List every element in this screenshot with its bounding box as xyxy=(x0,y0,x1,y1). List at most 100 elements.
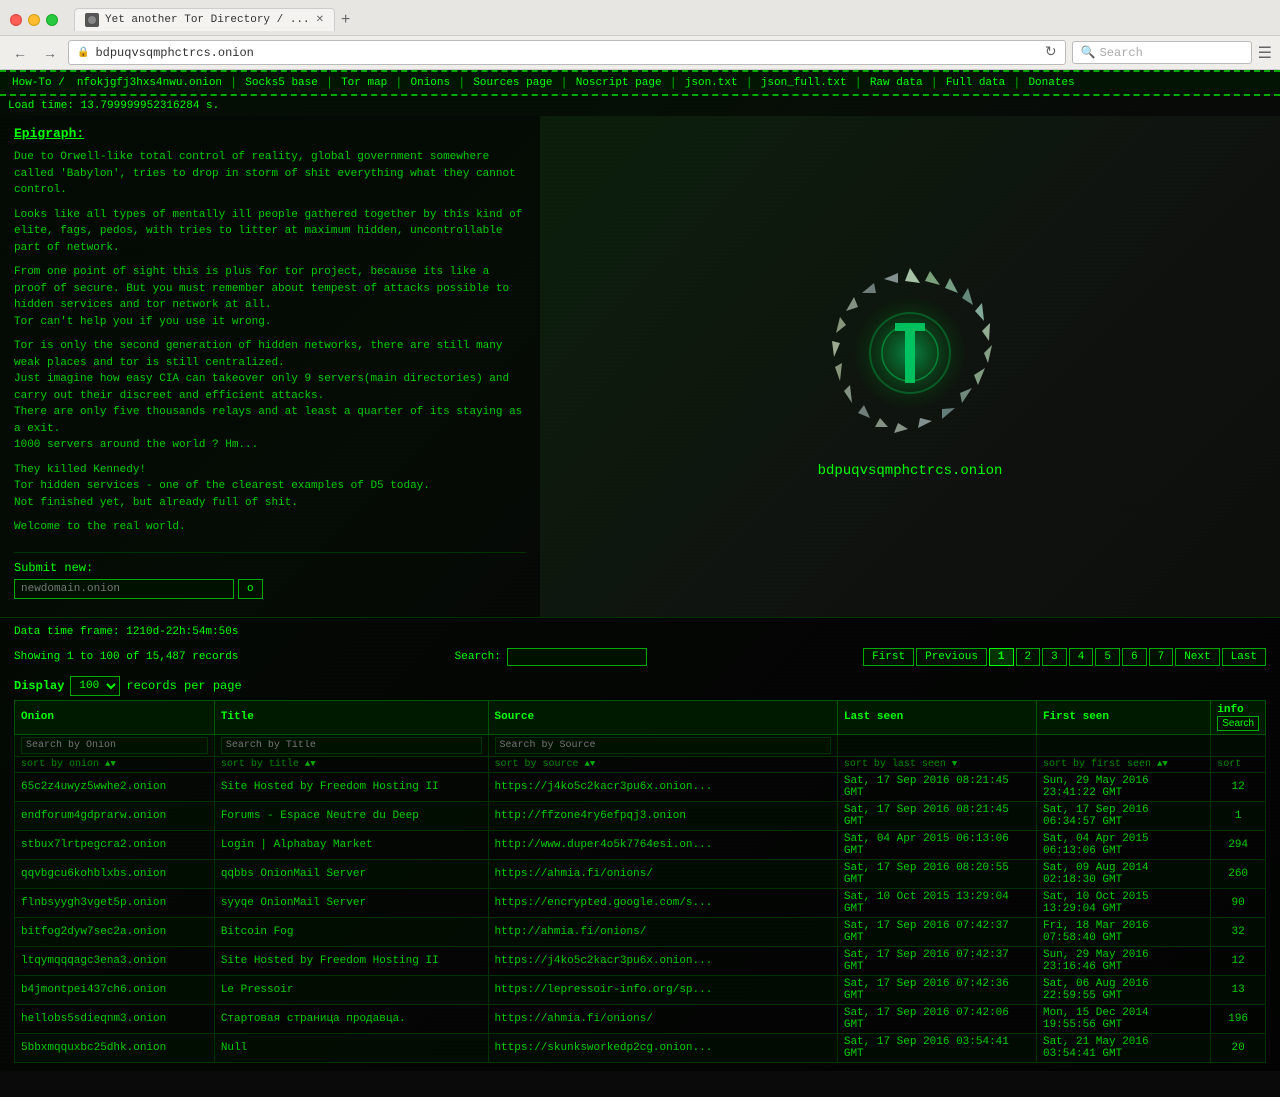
onion-link-4[interactable]: flnbsyygh3vget5p.onion xyxy=(21,897,166,909)
nav-separator-2: | xyxy=(326,76,333,90)
tor-logo xyxy=(810,253,1010,453)
onion-link-9[interactable]: 5bbxmqquxbc25dhk.onion xyxy=(21,1042,166,1054)
onion-link-7[interactable]: b4jmontpei437ch6.onion xyxy=(21,984,166,996)
minimize-window-button[interactable] xyxy=(28,14,40,26)
pagination-page-6-button[interactable]: 6 xyxy=(1122,648,1147,666)
forward-button[interactable]: → xyxy=(38,43,62,63)
pagination: First Previous 1 2 3 4 5 6 7 Next Last xyxy=(863,648,1266,666)
nav-tormap-link[interactable]: Tor map xyxy=(337,76,391,90)
nav-donates-link[interactable]: Donates xyxy=(1024,76,1078,90)
reload-button[interactable]: ↻ xyxy=(1045,44,1057,61)
cell-onion-8: hellobs5sdieqnm3.onion xyxy=(15,1004,215,1033)
onion-link-2[interactable]: stbux7lrtpegcra2.onion xyxy=(21,839,166,851)
navigation-bar: How-To / nfokjgfj3hxs4nwu.onion | Socks5… xyxy=(0,70,1280,96)
table-search-input[interactable] xyxy=(507,648,647,666)
nav-sources-link[interactable]: Sources page xyxy=(469,76,556,90)
nav-rawdata-link[interactable]: Raw data xyxy=(866,76,927,90)
onion-link-8[interactable]: hellobs5sdieqnm3.onion xyxy=(21,1013,166,1025)
table-controls: Showing 1 to 100 of 15,487 records Searc… xyxy=(14,642,1266,672)
epigraph-para-2: Looks like all types of mentally ill peo… xyxy=(14,207,526,257)
cell-title-0: Site Hosted by Freedom Hosting II xyxy=(214,772,488,801)
records-per-page-select[interactable]: 100 50 200 xyxy=(70,676,120,696)
nav-separator-3: | xyxy=(395,76,402,90)
sort-title-cell[interactable]: sort by title ▲▼ xyxy=(214,756,488,772)
submit-input[interactable] xyxy=(14,579,234,599)
sort-source-cell[interactable]: sort by source ▲▼ xyxy=(488,756,837,772)
cell-info-6: 12 xyxy=(1211,946,1266,975)
close-window-button[interactable] xyxy=(10,14,22,26)
source-link-4[interactable]: https://encrypted.google.com/s... xyxy=(495,897,713,909)
active-tab[interactable]: Yet another Tor Directory / ... ✕ xyxy=(74,8,335,31)
source-link-6[interactable]: https://j4ko5c2kacr3pu6x.onion... xyxy=(495,955,713,967)
new-tab-button[interactable]: + xyxy=(335,9,356,31)
nav-onions-link[interactable]: Onions xyxy=(407,76,455,90)
cell-source-5: http://ahmia.fi/onions/ xyxy=(488,917,837,946)
source-link-5[interactable]: http://ahmia.fi/onions/ xyxy=(495,926,647,938)
pagination-next-button[interactable]: Next xyxy=(1175,648,1219,666)
title-search-input[interactable] xyxy=(221,737,482,754)
browser-search-box[interactable]: 🔍 Search xyxy=(1072,41,1252,64)
pagination-page-7-button[interactable]: 7 xyxy=(1149,648,1174,666)
cell-onion-6: ltqymqqqagc3ena3.onion xyxy=(15,946,215,975)
source-link-8[interactable]: https://ahmia.fi/onions/ xyxy=(495,1013,653,1025)
info-search-button[interactable]: Search xyxy=(1217,716,1259,731)
nav-howto-onion[interactable]: nfokjgfj3hxs4nwu.onion xyxy=(73,76,226,90)
table-row: qqvbgcu6kohblxbs.onion qqbbs OnionMail S… xyxy=(15,859,1266,888)
onion-link-5[interactable]: bitfog2dyw7sec2a.onion xyxy=(21,926,166,938)
tab-close-button[interactable]: ✕ xyxy=(316,14,324,26)
source-link-9[interactable]: https://skunksworkedp2cg.onion... xyxy=(495,1042,713,1054)
sort-info-cell[interactable]: sort xyxy=(1211,756,1266,772)
nav-separator-10: | xyxy=(1013,76,1020,90)
browser-titlebar: Yet another Tor Directory / ... ✕ + xyxy=(0,0,1280,35)
cell-onion-4: flnbsyygh3vget5p.onion xyxy=(15,888,215,917)
left-panel: Epigraph: Due to Orwell-like total contr… xyxy=(0,116,540,617)
source-link-7[interactable]: https://lepressoir-info.org/sp... xyxy=(495,984,713,996)
nav-socks5-link[interactable]: Socks5 base xyxy=(241,76,322,90)
onion-search-input[interactable] xyxy=(21,737,208,754)
menu-button[interactable]: ☰ xyxy=(1258,43,1272,63)
nav-noscript-link[interactable]: Noscript page xyxy=(572,76,666,90)
submit-button[interactable]: o xyxy=(238,579,263,599)
cell-source-4: https://encrypted.google.com/s... xyxy=(488,888,837,917)
pagination-page-2-button[interactable]: 2 xyxy=(1016,648,1041,666)
pagination-page-1-button[interactable]: 1 xyxy=(989,648,1014,666)
table-row: 5bbxmqquxbc25dhk.onion Null https://skun… xyxy=(15,1033,1266,1062)
cell-lastseen-4: Sat, 10 Oct 2015 13:29:04 GMT xyxy=(837,888,1036,917)
onion-link-0[interactable]: 65c2z4uwyz5wwhe2.onion xyxy=(21,781,166,793)
nav-json-link[interactable]: json.txt xyxy=(681,76,742,90)
sort-onion-cell[interactable]: sort by onion ▲▼ xyxy=(15,756,215,772)
back-button[interactable]: ← xyxy=(8,43,32,63)
source-link-0[interactable]: https://j4ko5c2kacr3pu6x.onion... xyxy=(495,781,713,793)
cell-title-8: Стартовая страница продавца. xyxy=(214,1004,488,1033)
onion-link-3[interactable]: qqvbgcu6kohblxbs.onion xyxy=(21,868,166,880)
showing-text: Showing 1 to 100 of 15,487 records xyxy=(14,651,238,663)
table-row: stbux7lrtpegcra2.onion Login | Alphabay … xyxy=(15,830,1266,859)
nav-fulldata-link[interactable]: Full data xyxy=(942,76,1009,90)
onion-link-1[interactable]: endforum4gdprarw.onion xyxy=(21,810,166,822)
cell-lastseen-1: Sat, 17 Sep 2016 08:21:45 GMT xyxy=(837,801,1036,830)
nav-separator-6: | xyxy=(670,76,677,90)
sort-firstseen-cell[interactable]: sort by first seen ▲▼ xyxy=(1036,756,1210,772)
pagination-last-button[interactable]: Last xyxy=(1222,648,1266,666)
source-link-2[interactable]: http://www.duper4o5k7764esi.on... xyxy=(495,839,713,851)
maximize-window-button[interactable] xyxy=(46,14,58,26)
sort-lastseen-cell[interactable]: sort by last seen ▼ xyxy=(837,756,1036,772)
pagination-previous-button[interactable]: Previous xyxy=(916,648,987,666)
address-box[interactable]: 🔒 bdpuqvsqmphctrcs.onion ↻ xyxy=(68,40,1066,65)
cell-info-5: 32 xyxy=(1211,917,1266,946)
pagination-page-3-button[interactable]: 3 xyxy=(1042,648,1067,666)
onion-link-6[interactable]: ltqymqqqagc3ena3.onion xyxy=(21,955,166,967)
source-link-3[interactable]: https://ahmia.fi/onions/ xyxy=(495,868,653,880)
cell-info-0: 12 xyxy=(1211,772,1266,801)
source-search-input[interactable] xyxy=(495,737,831,754)
pagination-page-4-button[interactable]: 4 xyxy=(1069,648,1094,666)
nav-separator-9: | xyxy=(931,76,938,90)
nav-howto-link[interactable]: How-To / xyxy=(8,76,69,90)
nav-json-full-link[interactable]: json_full.txt xyxy=(757,76,851,90)
source-link-1[interactable]: http://ffzone4ry6efpqj3.onion xyxy=(495,810,686,822)
epigraph-para-5: They killed Kennedy!Tor hidden services … xyxy=(14,462,526,512)
tor-logo-container: bdpuqvsqmphctrcs.onion xyxy=(790,233,1030,499)
cell-firstseen-7: Sat, 06 Aug 2016 22:59:55 GMT xyxy=(1036,975,1210,1004)
pagination-first-button[interactable]: First xyxy=(863,648,914,666)
pagination-page-5-button[interactable]: 5 xyxy=(1095,648,1120,666)
